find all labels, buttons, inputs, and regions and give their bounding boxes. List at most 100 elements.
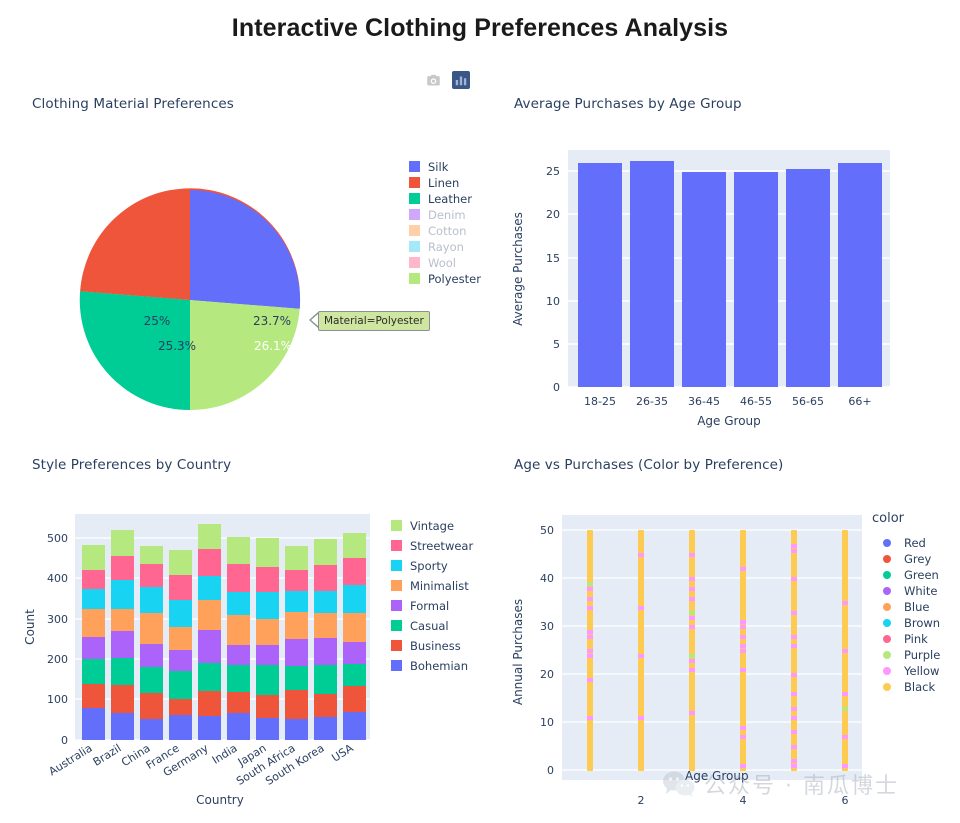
legend-label-formal[interactable]: Formal <box>410 599 449 613</box>
stacked-chart-panel: Style Preferences by Country <box>32 457 231 473</box>
legend-label-minimalist[interactable]: Minimalist <box>410 579 469 593</box>
camera-icon[interactable] <box>424 71 442 89</box>
bar-46-55[interactable] <box>734 172 778 387</box>
bar-36-45[interactable] <box>682 172 726 387</box>
legend-label-sporty[interactable]: Sporty <box>410 559 448 573</box>
stack-south-africa[interactable] <box>285 546 308 740</box>
stack-south-korea[interactable] <box>314 539 337 740</box>
legend-label-leather[interactable]: Leather <box>428 192 472 206</box>
bar-56-65[interactable] <box>786 169 830 387</box>
legend-swatch-silk[interactable] <box>409 161 420 172</box>
legend-label-yellow[interactable]: Yellow <box>903 664 939 678</box>
legend-label-denim[interactable]: Denim <box>428 208 466 222</box>
bar-26-35[interactable] <box>630 161 674 387</box>
bar-x-axis: 18-25 26-35 36-45 46-55 56-65 66+ <box>584 395 872 408</box>
legend-swatch-formal[interactable] <box>391 600 402 611</box>
legend-swatch-vintage[interactable] <box>391 520 402 531</box>
legend-label-wool[interactable]: Wool <box>428 256 456 270</box>
scatter-column-2[interactable] <box>638 530 644 771</box>
legend-swatch-sporty[interactable] <box>391 560 402 571</box>
stack-india[interactable] <box>227 537 250 740</box>
stacked-x-axis: Australia Brazil China France Germany In… <box>46 741 356 788</box>
pie-legend[interactable]: Silk Linen Leather Denim Cotton Rayon Wo… <box>409 160 481 286</box>
legend-label-bohemian[interactable]: Bohemian <box>410 659 468 673</box>
stack-australia[interactable] <box>82 545 105 740</box>
legend-label-silk[interactable]: Silk <box>428 160 449 174</box>
legend-swatch-denim[interactable] <box>409 209 420 220</box>
legend-dot-white[interactable] <box>883 587 891 595</box>
pie-label-leather: 25% <box>144 314 171 328</box>
legend-label-vintage[interactable]: Vintage <box>410 519 454 533</box>
legend-label-red[interactable]: Red <box>904 536 926 550</box>
bar-ytick-0: 0 <box>553 381 560 394</box>
legend-label-pink[interactable]: Pink <box>904 632 928 646</box>
pie-slice-silk-top[interactable] <box>190 189 301 309</box>
scatter-xaxis-title-overlay: Age Group <box>685 769 749 783</box>
legend-swatch-leather[interactable] <box>409 193 420 204</box>
stack-usa[interactable] <box>343 533 366 740</box>
scatter-column-5[interactable] <box>791 530 797 771</box>
legend-dot-purple[interactable] <box>883 651 891 659</box>
stack-china[interactable] <box>140 546 163 740</box>
legend-swatch-minimalist[interactable] <box>391 580 402 591</box>
stack-france[interactable] <box>169 550 192 740</box>
scatter-chart-svg: 0 10 20 30 40 50 2 4 6 Age Group Annual … <box>511 511 940 807</box>
pie-slice-linen-top[interactable] <box>80 189 190 300</box>
stack-japan[interactable] <box>256 538 279 740</box>
bar-66plus[interactable] <box>838 163 882 387</box>
legend-swatch-casual[interactable] <box>391 620 402 631</box>
pie-slices <box>79 189 301 411</box>
legend-label-polyester[interactable]: Polyester <box>428 272 481 286</box>
legend-label-linen[interactable]: Linen <box>428 176 459 190</box>
legend-label-casual[interactable]: Casual <box>410 619 449 633</box>
legend-dot-pink[interactable] <box>883 635 891 643</box>
bar-xtick-18-25: 18-25 <box>584 395 616 408</box>
legend-label-business[interactable]: Business <box>410 639 461 653</box>
pie-label-silk: 26.1% <box>254 339 292 353</box>
legend-label-rayon[interactable]: Rayon <box>428 240 464 254</box>
legend-swatch-polyester[interactable] <box>409 273 420 284</box>
legend-label-streetwear[interactable]: Streetwear <box>410 539 473 553</box>
legend-label-cotton[interactable]: Cotton <box>428 224 466 238</box>
scatter-y-axis: 0 10 20 30 40 50 <box>540 524 554 777</box>
legend-label-white[interactable]: White <box>904 584 937 598</box>
stack-germany[interactable] <box>198 524 221 740</box>
bar-xtick-26-35: 26-35 <box>636 395 668 408</box>
legend-dot-blue[interactable] <box>883 603 891 611</box>
legend-dot-brown[interactable] <box>883 619 891 627</box>
bar-ytick-20: 20 <box>546 208 560 221</box>
page-title: Interactive Clothing Preferences Analysi… <box>231 14 729 42</box>
scatter-legend[interactable]: color Red Grey Green White Blue Brown Pi… <box>872 511 940 694</box>
bar-chart-icon[interactable] <box>452 71 470 89</box>
legend-swatch-cotton[interactable] <box>409 225 420 236</box>
legend-label-grey[interactable]: Grey <box>904 552 931 566</box>
legend-label-blue[interactable]: Blue <box>904 600 929 614</box>
legend-dot-black[interactable] <box>883 683 891 691</box>
legend-swatch-bohemian[interactable] <box>391 660 402 671</box>
legend-dot-grey[interactable] <box>883 555 891 563</box>
stacked-legend[interactable]: Vintage Streetwear Sporty Minimalist For… <box>391 519 473 673</box>
bar-ytick-25: 25 <box>546 165 560 178</box>
stacked-chart-title: Style Preferences by Country <box>32 457 232 473</box>
bar-18-25[interactable] <box>578 163 622 387</box>
legend-label-green[interactable]: Green <box>904 568 939 582</box>
scatter-ytick-0: 0 <box>547 764 554 777</box>
legend-swatch-rayon[interactable] <box>409 241 420 252</box>
scatter-yaxis-title: Annual Purchases <box>511 599 525 705</box>
legend-label-purple[interactable]: Purple <box>904 648 940 662</box>
legend-dot-yellow[interactable] <box>883 667 891 675</box>
legend-swatch-wool[interactable] <box>409 257 420 268</box>
bar-chart-title: Average Purchases by Age Group <box>514 96 742 112</box>
legend-label-brown[interactable]: Brown <box>904 616 940 630</box>
legend-swatch-streetwear[interactable] <box>391 540 402 551</box>
plot-modebar[interactable] <box>424 71 470 89</box>
stack-brazil[interactable] <box>111 530 134 740</box>
legend-label-black[interactable]: Black <box>904 680 935 694</box>
scatter-column-3[interactable] <box>689 530 695 771</box>
scatter-xtick-4: 4 <box>740 794 747 807</box>
legend-swatch-business[interactable] <box>391 640 402 651</box>
pie-chart-title: Clothing Material Preferences <box>32 96 234 112</box>
legend-swatch-linen[interactable] <box>409 177 420 188</box>
legend-dot-red[interactable] <box>883 539 891 547</box>
legend-dot-green[interactable] <box>883 571 891 579</box>
